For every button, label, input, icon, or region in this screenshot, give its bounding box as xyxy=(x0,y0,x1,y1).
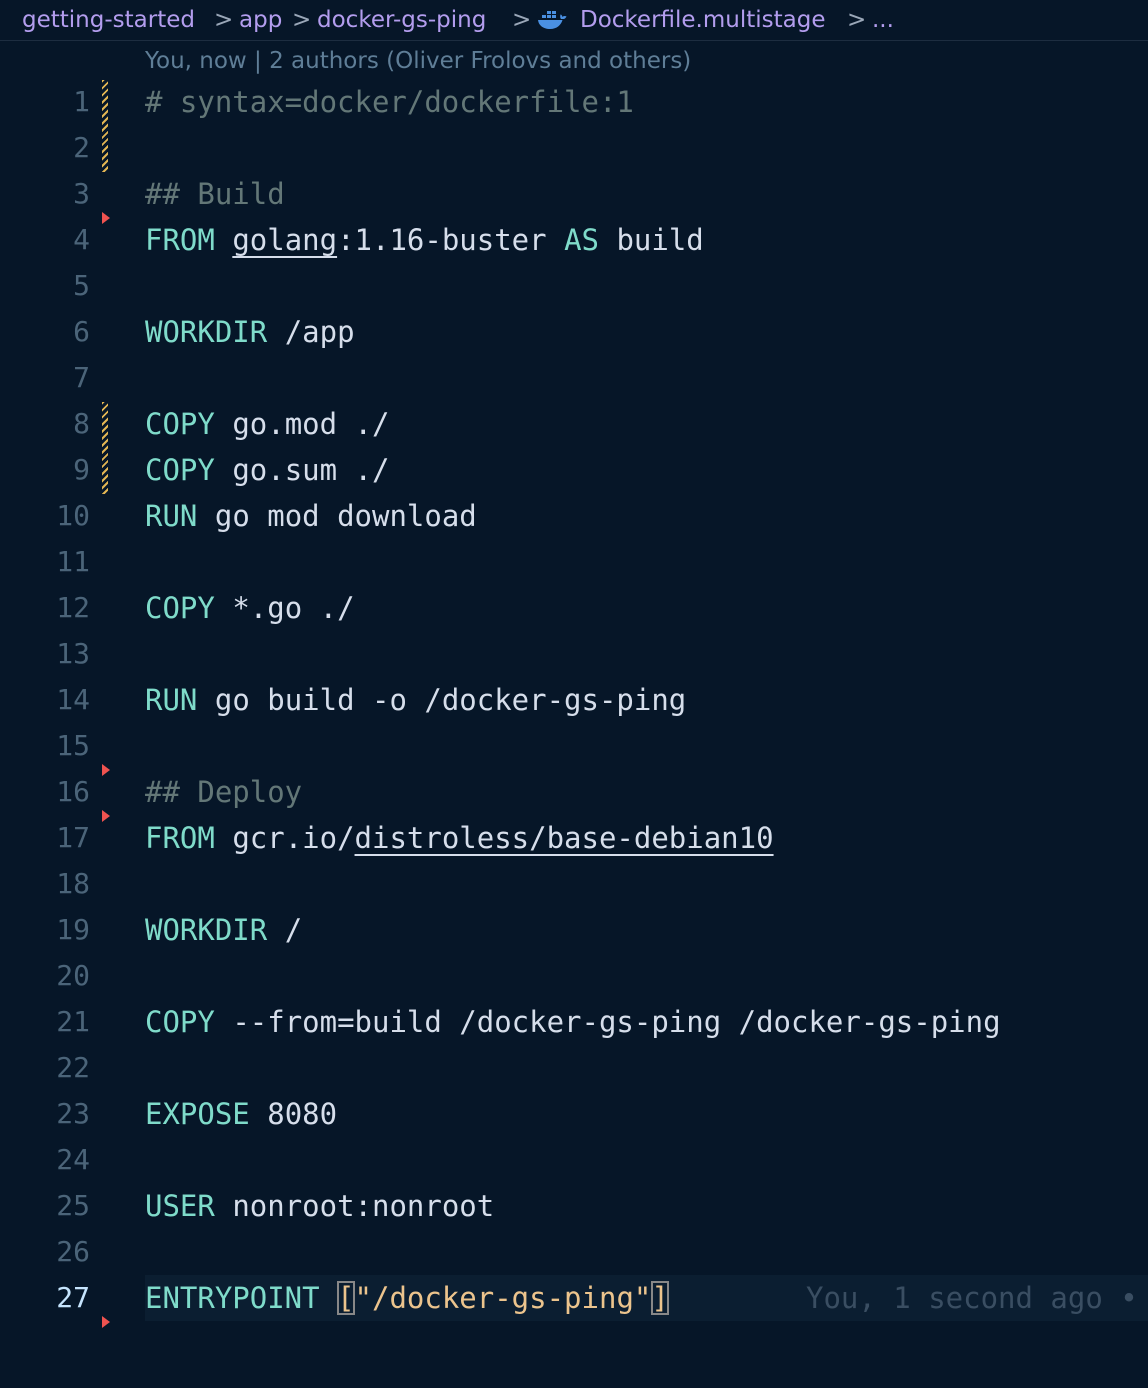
breadcrumb-item-getting-started[interactable]: getting-started xyxy=(22,4,195,36)
chevron-right-icon: > xyxy=(214,7,234,33)
inline-blame-annotation[interactable]: You, 1 second ago • xyxy=(806,1275,1138,1321)
bracket-match: [ xyxy=(337,1281,355,1315)
comment: ## Build xyxy=(145,177,285,211)
code-line[interactable]: WORKDIR /app xyxy=(145,309,355,355)
breadcrumb-item-more[interactable]: ... xyxy=(872,4,894,36)
keyword: FROM xyxy=(145,821,215,855)
line-number: 21 xyxy=(56,1005,90,1038)
breadcrumb-item-file[interactable]: Dockerfile.multistage xyxy=(580,4,826,36)
blame-codelens[interactable]: You, now | 2 authors (Oliver Frolovs and… xyxy=(145,45,691,77)
deleted-gutter-indicator[interactable] xyxy=(102,212,110,224)
code-line[interactable]: WORKDIR / xyxy=(145,907,302,953)
modified-gutter-indicator[interactable] xyxy=(102,402,108,494)
code-text: / xyxy=(284,913,303,947)
docker-icon xyxy=(538,11,567,29)
keyword: FROM xyxy=(145,223,215,257)
keyword: EXPOSE xyxy=(145,1097,250,1131)
chevron-right-icon: > xyxy=(847,7,867,33)
keyword: COPY xyxy=(145,407,215,441)
line-number: 14 xyxy=(56,683,90,716)
deleted-gutter-indicator[interactable] xyxy=(102,1316,110,1328)
code-text: :1.16-buster xyxy=(337,223,547,257)
line-number: 5 xyxy=(73,269,90,302)
line-number: 8 xyxy=(73,407,90,440)
line-number: 24 xyxy=(56,1143,90,1176)
line-number: 13 xyxy=(56,637,90,670)
keyword: WORKDIR xyxy=(145,913,268,947)
code-line[interactable]: FROM golang:1.16-buster AS build xyxy=(145,217,704,263)
code-line[interactable]: RUN go mod download xyxy=(145,493,477,539)
code-text: nonroot:nonroot xyxy=(232,1189,495,1223)
line-number: 12 xyxy=(56,591,90,624)
code-text: 8080 xyxy=(267,1097,338,1131)
code-line[interactable]: COPY --from=build /docker-gs-ping /docke… xyxy=(145,999,1001,1045)
line-number: 11 xyxy=(56,545,90,578)
deleted-gutter-indicator[interactable] xyxy=(102,764,110,776)
chevron-right-icon: > xyxy=(512,7,532,33)
line-number: 9 xyxy=(73,453,90,486)
string: "/docker-gs-ping" xyxy=(354,1281,652,1315)
code-line[interactable]: EXPOSE 8080 xyxy=(145,1091,337,1137)
code-text: --from=build /docker-gs-ping /docker-gs-… xyxy=(232,1005,1001,1039)
breadcrumb-item-app[interactable]: app xyxy=(239,4,282,36)
code-line[interactable]: RUN go build -o /docker-gs-ping xyxy=(145,677,686,723)
keyword: USER xyxy=(145,1189,215,1223)
image-link[interactable]: distroless/base-debian10 xyxy=(355,821,774,855)
line-number: 6 xyxy=(73,315,90,348)
keyword: COPY xyxy=(145,453,215,487)
code-line[interactable]: ## Build xyxy=(145,171,285,217)
code-line[interactable]: COPY *.go ./ xyxy=(145,585,355,631)
breadcrumb: getting-started > app > docker-gs-ping >… xyxy=(0,0,1148,41)
comment: # syntax=docker/dockerfile:1 xyxy=(145,85,634,119)
keyword: RUN xyxy=(145,499,198,533)
code-line[interactable]: COPY go.mod ./ xyxy=(145,401,389,447)
keyword: AS xyxy=(564,223,599,257)
code-line[interactable]: ## Deploy xyxy=(145,769,302,815)
keyword: COPY xyxy=(145,591,215,625)
code-text: *.go ./ xyxy=(232,591,355,625)
modified-gutter-indicator[interactable] xyxy=(102,80,108,172)
keyword: ENTRYPOINT xyxy=(145,1281,320,1315)
line-number: 26 xyxy=(56,1235,90,1268)
keyword: WORKDIR xyxy=(145,315,268,349)
breadcrumb-item-docker-gs-ping[interactable]: docker-gs-ping xyxy=(317,4,486,36)
line-number: 2 xyxy=(73,131,90,164)
line-number: 3 xyxy=(73,177,90,210)
code-text: go.sum ./ xyxy=(232,453,390,487)
line-number: 15 xyxy=(56,729,90,762)
code-line[interactable]: COPY go.sum ./ xyxy=(145,447,389,493)
code-line-active[interactable]: ENTRYPOINT ["/docker-gs-ping"] xyxy=(145,1275,669,1321)
bracket-match: ] xyxy=(651,1281,669,1315)
keyword: COPY xyxy=(145,1005,215,1039)
line-number: 18 xyxy=(56,867,90,900)
line-number: 19 xyxy=(56,913,90,946)
line-number: 1 xyxy=(73,85,90,118)
line-number: 10 xyxy=(56,499,90,532)
deleted-gutter-indicator[interactable] xyxy=(102,810,110,822)
code-text: go mod download xyxy=(214,499,477,533)
line-number: 7 xyxy=(73,361,90,394)
chevron-right-icon: > xyxy=(292,7,312,33)
code-text: go build -o /docker-gs-ping xyxy=(214,683,687,717)
comment: ## Deploy xyxy=(145,775,303,809)
line-number: 17 xyxy=(56,821,90,854)
code-line[interactable]: # syntax=docker/dockerfile:1 xyxy=(145,79,634,125)
line-number: 25 xyxy=(56,1189,90,1222)
line-number: 20 xyxy=(56,959,90,992)
image-link[interactable]: golang xyxy=(232,223,337,257)
code-line[interactable]: FROM gcr.io/distroless/base-debian10 xyxy=(145,815,774,861)
line-number-active: 27 xyxy=(56,1281,90,1314)
code-text: build xyxy=(616,223,704,257)
line-number: 16 xyxy=(56,775,90,808)
code-text: gcr.io/ xyxy=(232,821,355,855)
code-line[interactable]: USER nonroot:nonroot xyxy=(145,1183,494,1229)
line-number: 22 xyxy=(56,1051,90,1084)
line-number: 4 xyxy=(73,223,90,256)
code-text: go.mod ./ xyxy=(232,407,390,441)
keyword: RUN xyxy=(145,683,198,717)
code-text: /app xyxy=(284,315,355,349)
line-number: 23 xyxy=(56,1097,90,1130)
